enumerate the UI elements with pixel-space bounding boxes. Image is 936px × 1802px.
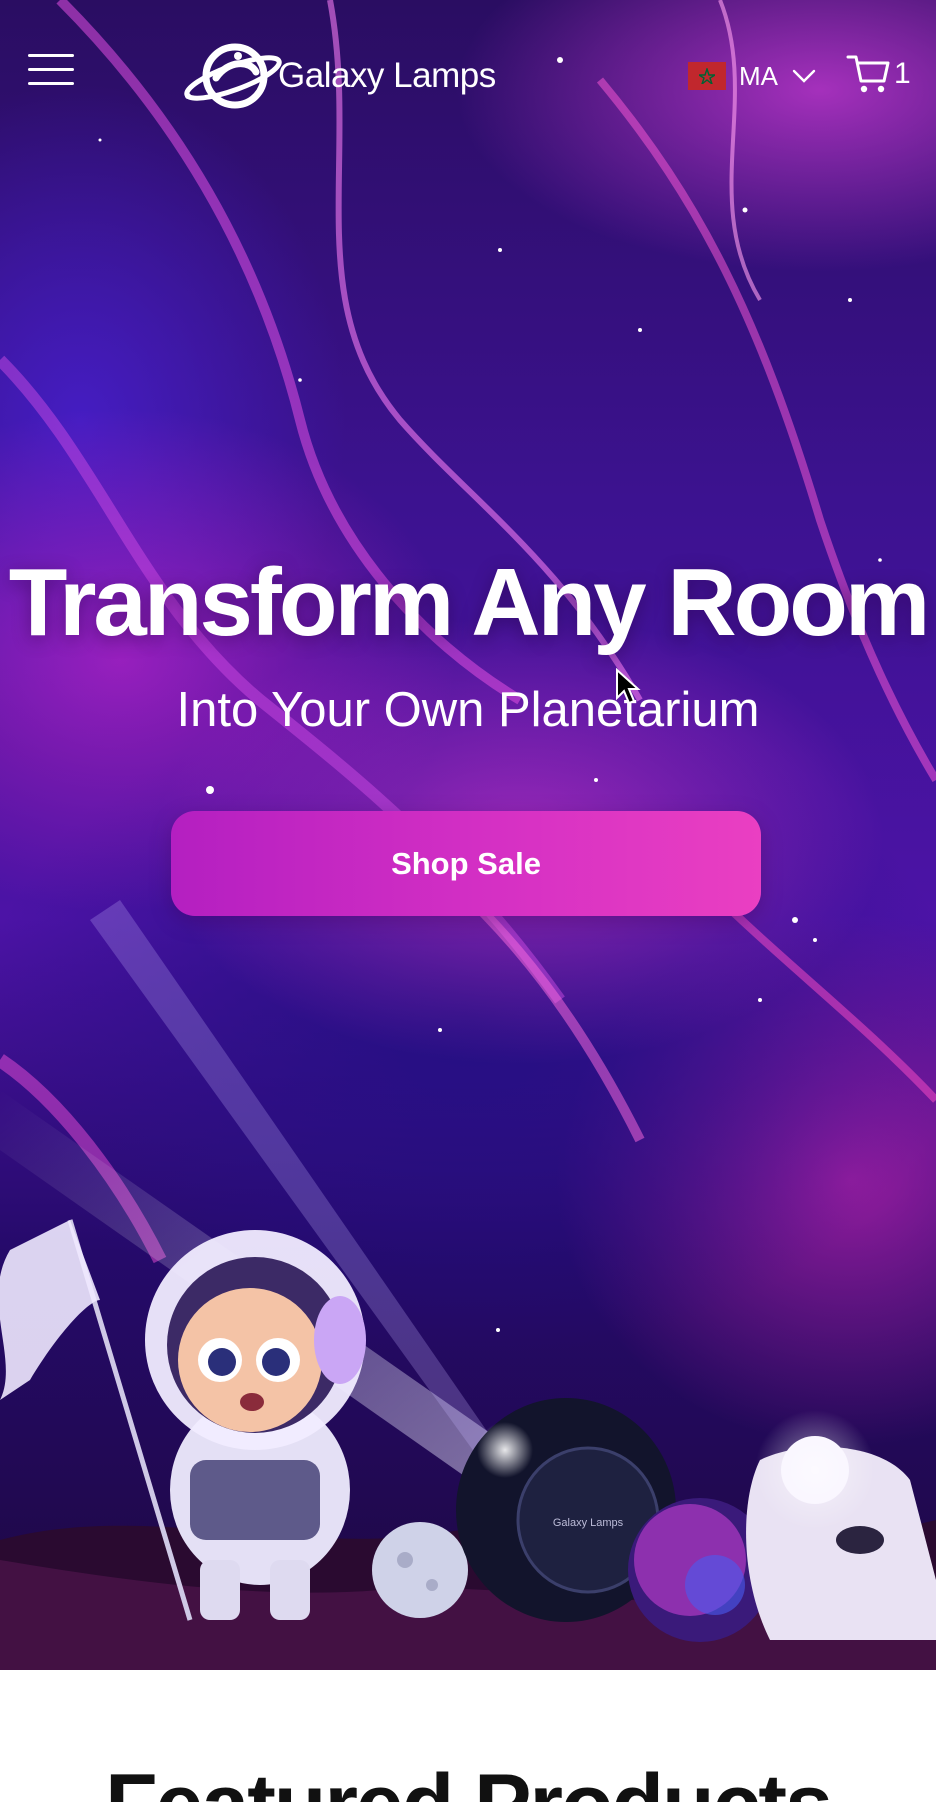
planet-logo-icon (184, 43, 282, 109)
cart-button[interactable]: 1 (846, 52, 911, 96)
hamburger-menu-icon[interactable] (26, 50, 78, 90)
country-code: MA (739, 60, 778, 91)
chevron-down-icon (792, 69, 816, 83)
morocco-flag-icon (688, 62, 726, 90)
section-heading: Featured Products (0, 1756, 936, 1802)
mouse-cursor-icon (616, 668, 641, 705)
hero-subtitle: Into Your Own Planetarium (176, 683, 760, 737)
hero-banner: Galaxy Lamps Galaxy Lamps MA 1 Transform… (0, 0, 936, 1670)
site-header: Galaxy Lamps MA 1 (0, 0, 936, 150)
hero-title: Transform Any Room (8, 549, 931, 656)
country-selector[interactable]: MA (688, 58, 816, 94)
brand-name: Galaxy Lamps (278, 56, 496, 95)
featured-products-section: Featured Products (0, 1670, 936, 1802)
shopping-cart-icon (846, 55, 890, 93)
brand-logo[interactable]: Galaxy Lamps (180, 38, 496, 114)
cart-count-badge: 1 (894, 57, 911, 90)
shop-sale-button[interactable]: Shop Sale (171, 811, 761, 916)
svg-text:Galaxy Lamps: Galaxy Lamps (553, 1517, 624, 1529)
